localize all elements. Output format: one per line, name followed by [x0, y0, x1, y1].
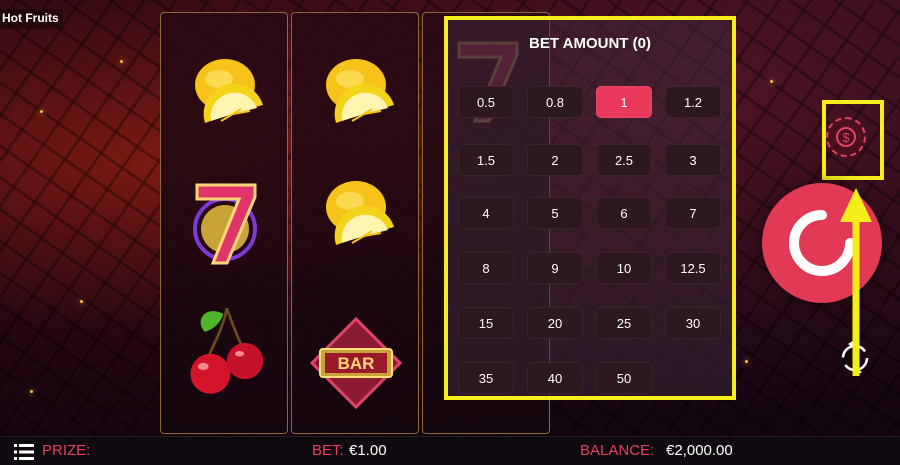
bet-amount-panel: BET AMOUNT (0) 0.5 0.8 1 1.2 1.5 2 2.5 3 4 5 6 7 8 9 1… — [444, 16, 736, 400]
bet-option-button[interactable]: 25 — [596, 307, 652, 339]
arrow-indicator — [840, 188, 872, 376]
reel-1 — [160, 12, 288, 434]
bet-coin-button[interactable]: $ — [826, 117, 866, 157]
bet-option-button[interactable]: 15 — [458, 307, 514, 339]
sparkle — [120, 60, 123, 63]
bet-option-button[interactable]: 1.5 — [458, 144, 514, 176]
bet-option-button[interactable]: 4 — [458, 197, 514, 229]
bet-option-button[interactable]: 50 — [596, 362, 652, 394]
reel-2: BAR — [291, 12, 419, 434]
bet-option-button[interactable]: 9 — [527, 252, 583, 284]
svg-text:$: $ — [842, 130, 850, 145]
bet-option-button[interactable]: 20 — [527, 307, 583, 339]
lemon-icon — [326, 181, 394, 245]
sparkle — [770, 80, 773, 83]
lemon-icon — [326, 59, 394, 123]
bet-option-button[interactable]: 0.5 — [458, 86, 514, 118]
bet-option-button[interactable]: 1.2 — [665, 86, 721, 118]
bar-icon: BAR — [309, 316, 403, 410]
bet-option-button[interactable]: 30 — [665, 307, 721, 339]
dollar-coin-icon: $ — [836, 127, 856, 147]
bet-option-button[interactable]: 2.5 — [596, 144, 652, 176]
bet-option-button[interactable]: 3 — [665, 144, 721, 176]
bet-value: €1.00 — [349, 442, 387, 459]
prize-label: PRIZE: — [42, 442, 91, 459]
bet-option-button[interactable]: 40 — [527, 362, 583, 394]
seven-icon — [193, 183, 257, 265]
cherry-icon — [190, 307, 264, 394]
bet-option-button[interactable]: 5 — [527, 197, 583, 229]
bet-option-button[interactable]: 0.8 — [527, 86, 583, 118]
bet-label: BET: — [312, 442, 344, 459]
game-title: Hot Fruits — [0, 9, 63, 29]
sparkle — [40, 110, 43, 113]
sparkle — [745, 360, 748, 363]
balance-label: BALANCE: — [580, 442, 655, 459]
bet-option-button[interactable]: 6 — [596, 197, 652, 229]
balance-value: €2,000.00 — [666, 442, 733, 459]
bet-option-button[interactable]: 35 — [458, 362, 514, 394]
bet-option-button[interactable]: 8 — [458, 252, 514, 284]
bet-option-button[interactable]: 1 — [596, 86, 652, 118]
bet-option-button[interactable]: 10 — [596, 252, 652, 284]
sparkle — [80, 300, 83, 303]
svg-text:BAR: BAR — [338, 354, 375, 373]
bet-panel-title: BET AMOUNT (0) — [529, 35, 651, 52]
bottom-status-bar: PRIZE: BET: €1.00 BALANCE: €2,000.00 — [0, 436, 900, 465]
bet-option-button[interactable]: 2 — [527, 144, 583, 176]
sparkle — [30, 390, 33, 393]
bet-option-button[interactable]: 12.5 — [665, 252, 721, 284]
lemon-icon — [195, 59, 263, 123]
bet-option-button[interactable]: 7 — [665, 197, 721, 229]
menu-icon[interactable] — [14, 443, 34, 461]
